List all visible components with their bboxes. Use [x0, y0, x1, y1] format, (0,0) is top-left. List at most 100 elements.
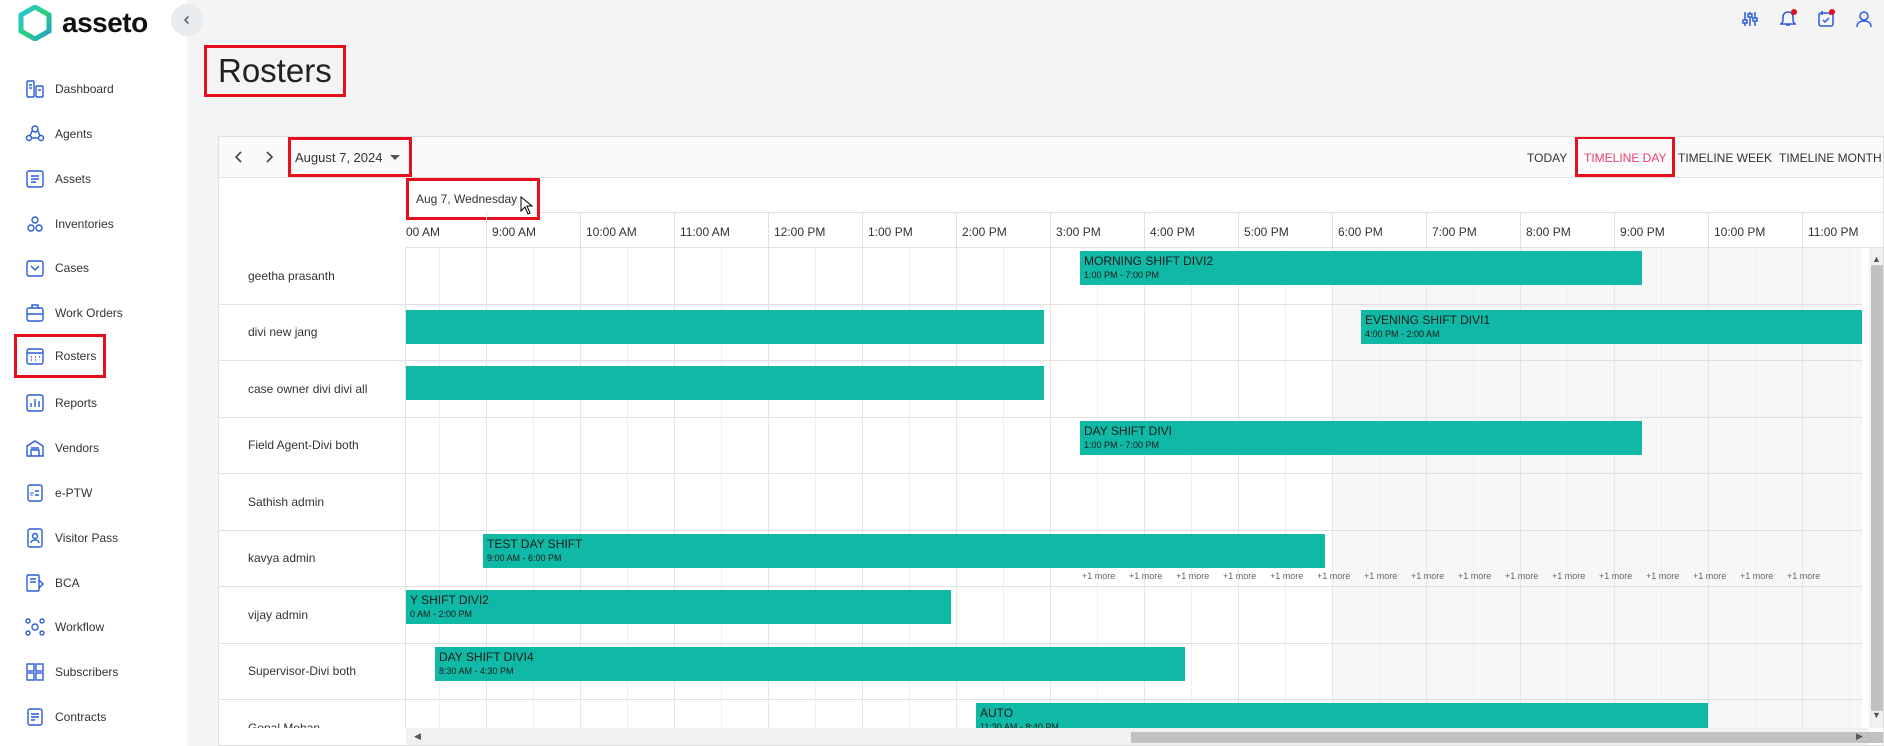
date-picker-value: August 7, 2024	[295, 149, 383, 165]
shift-event-time: 1:00 PM - 7:00 PM	[1084, 270, 1160, 280]
sidebar-item-label: Contracts	[55, 710, 107, 724]
more-events-link[interactable]: +1 more	[1223, 571, 1256, 581]
visitor-pass-icon	[24, 527, 46, 549]
timeline-grid[interactable]: MORNING SHIFT DIVI2 1:00 PM - 7:00 PM EVEN…	[406, 248, 1862, 728]
sidebar-item-vendors[interactable]: Vendors	[14, 426, 106, 470]
shift-event-title: MORNING SHIFT DIVI2	[1084, 254, 1214, 268]
resource-rows: MORNING SHIFT DIVI2 1:00 PM - 7:00 PM EVEN…	[219, 248, 1883, 728]
more-events-link[interactable]: +1 more	[1129, 571, 1162, 581]
scroll-left-arrow-icon[interactable]: ◀	[414, 731, 421, 742]
sidebar-item-cases[interactable]: Cases	[14, 246, 106, 290]
filter-sliders-icon[interactable]	[1740, 8, 1760, 30]
time-slot-divider	[768, 213, 769, 247]
sidebar-item-e-ptw[interactable]: e e-PTW	[14, 471, 106, 515]
more-events-link[interactable]: +1 more	[1364, 571, 1397, 581]
rosters-icon	[24, 345, 46, 367]
timeline-day-button[interactable]: TIMELINE DAY	[1584, 151, 1666, 165]
scheduler-toolbar: August 7, 2024 TODAY TIMELINE DAY TIMELI…	[219, 137, 1883, 178]
next-date-button[interactable]	[261, 149, 277, 165]
more-events-link[interactable]: +1 more	[1787, 571, 1820, 581]
more-events-link[interactable]: +1 more	[1693, 571, 1726, 581]
hour-gridline	[1332, 248, 1333, 728]
sidebar-item-bca[interactable]: BCA	[14, 561, 106, 605]
brand-name: asseto	[62, 7, 148, 38]
time-slot-divider	[580, 213, 581, 247]
resource-name: Sathish admin	[219, 474, 406, 531]
shift-event-title: DAY SHIFT DIVI	[1084, 423, 1173, 438]
time-slot-divider	[674, 213, 675, 247]
shift-event[interactable]: Y SHIFT DIVI2 0 AM - 2:00 PM	[406, 590, 951, 624]
shift-event-time: 4:00 PM - 2:00 AM	[1365, 328, 1440, 339]
more-events-link[interactable]: +1 more	[1599, 571, 1632, 581]
shift-event-title: Y SHIFT DIVI2	[410, 593, 489, 607]
shift-event[interactable]: DAY SHIFT DIVI4 8:30 AM - 4:30 PM	[435, 646, 1185, 681]
time-slot-label: 3:00 PM	[1056, 225, 1101, 239]
sidebar-item-label: Workflow	[55, 620, 105, 634]
shift-event-time: 1:00 PM - 7:00 PM	[1084, 439, 1160, 450]
row-divider	[406, 416, 1862, 418]
user-profile-icon[interactable]	[1854, 8, 1874, 30]
sidebar-item-contracts[interactable]: Contracts	[14, 695, 106, 739]
time-slot-divider	[1238, 213, 1239, 247]
timeline-week-button[interactable]: TIMELINE WEEK	[1678, 151, 1772, 165]
sidebar-item-workflow[interactable]: Workflow	[14, 605, 106, 649]
more-events-link[interactable]: +1 more	[1458, 571, 1491, 581]
shift-event[interactable]: TEST DAY SHIFT 9:00 AM - 6:00 PM	[483, 533, 1325, 568]
more-events-link[interactable]: +1 more	[1552, 571, 1585, 581]
time-slot-header: 00 AM 9:00 AM 10:00 AM 11:00 AM 12:00 PM 1:00…	[406, 213, 1883, 248]
calendar-check-icon[interactable]	[1816, 8, 1836, 30]
more-events-link[interactable]: +1 more	[1317, 571, 1350, 581]
more-events-link[interactable]: +1 more	[1411, 571, 1444, 581]
time-slot-divider	[1332, 213, 1333, 247]
sidebar-item-label: Assets	[55, 172, 92, 186]
resource-name: Gopal Mohan	[219, 700, 406, 728]
shift-event-time: 9:00 AM - 6:00 PM	[487, 552, 562, 563]
sidebar-item-inventories[interactable]: Inventories	[14, 202, 114, 246]
scroll-down-arrow-icon[interactable]: ▼	[1872, 710, 1881, 720]
time-slot-divider	[486, 213, 487, 247]
sidebar-item-agents[interactable]: Agents	[14, 112, 106, 156]
more-events-link[interactable]: +1 more	[1270, 571, 1303, 581]
time-slot-label: 1:00 PM	[868, 225, 913, 239]
subscribers-icon	[24, 661, 46, 683]
more-events-link[interactable]: +1 more	[1082, 571, 1115, 581]
assets-icon	[24, 168, 46, 190]
time-slot-label: 2:00 PM	[962, 225, 1007, 239]
shift-event[interactable]: DAY SHIFT DIVI 1:00 PM - 7:00 PM	[1080, 420, 1642, 455]
shift-event[interactable]	[406, 309, 1044, 344]
sidebar-item-dashboard[interactable]: Dashboard	[14, 67, 114, 111]
sidebar-item-visitor-pass[interactable]: Visitor Pass	[14, 516, 118, 560]
timeline-month-button[interactable]: TIMELINE MONTH	[1779, 151, 1882, 165]
sidebar-item-assets[interactable]: Assets	[14, 157, 106, 201]
sidebar-item-label: Visitor Pass	[55, 531, 119, 545]
date-header-row: Aug 7, Wednesday	[404, 178, 1883, 220]
more-events-link[interactable]: +1 more	[1646, 571, 1679, 581]
more-events-link[interactable]: +1 more	[1176, 571, 1209, 581]
date-picker[interactable]: August 7, 2024	[288, 137, 412, 177]
shift-event[interactable]	[406, 366, 1044, 400]
more-events-link[interactable]: +1 more	[1740, 571, 1773, 581]
vertical-scrollbar-thumb[interactable]	[1871, 265, 1883, 711]
sidebar-item-work-orders[interactable]: Work Orders	[14, 291, 123, 335]
more-events-link[interactable]: +1 more	[1505, 571, 1538, 581]
prev-date-button[interactable]	[231, 149, 247, 165]
sidebar-item-subscribers[interactable]: Subscribers	[14, 650, 118, 694]
asseto-logo[interactable]: asseto	[18, 4, 148, 42]
sidebar-item-rosters[interactable]: Rosters	[14, 334, 106, 378]
time-slot-label: 6:00 PM	[1338, 225, 1383, 239]
scroll-up-arrow-icon[interactable]: ▲	[1872, 254, 1881, 264]
shift-event[interactable]: AUTO 11:30 AM - 8:40 PM	[976, 703, 1708, 728]
today-button[interactable]: TODAY	[1527, 151, 1567, 165]
shift-event[interactable]: MORNING SHIFT DIVI2 1:00 PM - 7:00 PM	[1080, 251, 1642, 285]
half-hour-gridline	[1191, 248, 1192, 728]
sidebar-item-reports[interactable]: Reports	[14, 381, 106, 425]
shift-event[interactable]: EVENING SHIFT DIVI1 4:00 PM - 2:00 AM	[1361, 309, 1862, 344]
notification-bell-icon[interactable]	[1778, 8, 1798, 30]
time-slot-divider	[1520, 213, 1521, 247]
shift-event-title: AUTO	[980, 706, 1014, 720]
horizontal-scrollbar-thumb[interactable]	[1131, 732, 1883, 743]
time-slot-label: 7:00 PM	[1432, 225, 1477, 239]
hexagon-logo-icon	[18, 5, 52, 41]
collapse-sidebar-button[interactable]	[171, 4, 203, 36]
scroll-right-arrow-icon[interactable]: ▶	[1856, 731, 1863, 742]
